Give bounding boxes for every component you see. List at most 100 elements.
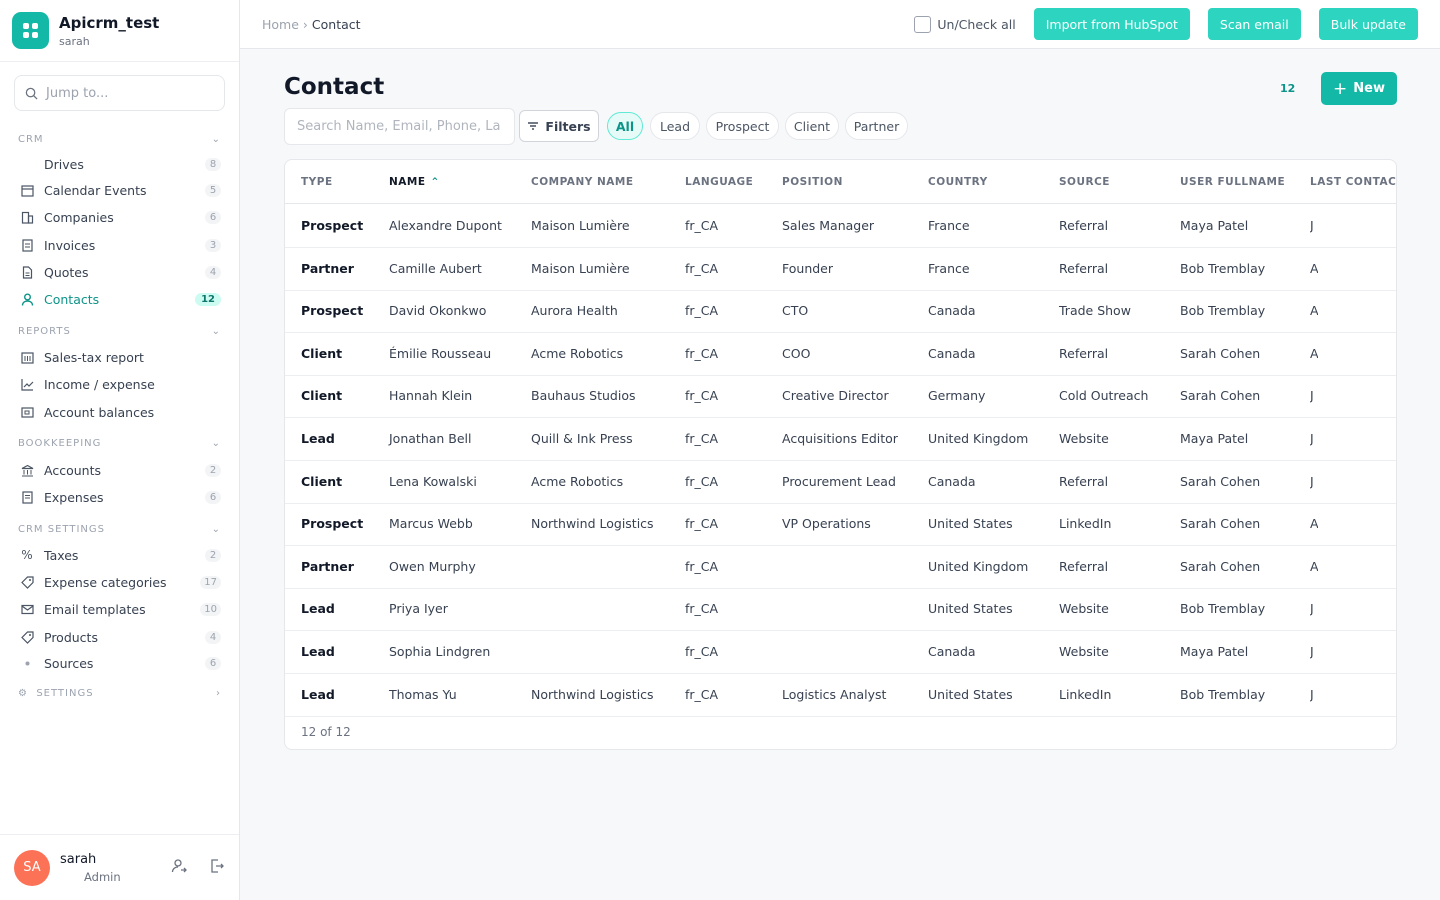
column-header-language[interactable]: LANGUAGE [685, 176, 753, 188]
cell-type: Lead [301, 644, 335, 659]
table-footer: 12 of 12 [301, 725, 351, 739]
column-header-user-fullname[interactable]: USER FULLNAME [1180, 176, 1285, 188]
column-header-position[interactable]: POSITION [782, 176, 843, 188]
section-settings[interactable]: ⚙ SETTINGS › [18, 688, 221, 699]
breadcrumb-home[interactable]: Home [262, 17, 299, 32]
table-row[interactable]: Client Hannah Klein Bauhaus Studios fr_CA Cr… [285, 375, 1396, 419]
filter-chip-client[interactable]: Client [785, 112, 839, 140]
sidebar-item-products[interactable]: Products 4 [20, 625, 221, 649]
sidebar-item-expenses[interactable]: Expenses 6 [20, 485, 221, 509]
column-header-name[interactable]: NAME ⌃ [389, 176, 440, 188]
bulk-update-button[interactable]: Bulk update [1318, 8, 1418, 40]
table-row[interactable]: Prospect Marcus Webb Northwind Logistics fr… [285, 503, 1396, 547]
new-contact-button[interactable]: + New [1321, 72, 1397, 105]
cell-last-contact: A [1310, 516, 1318, 532]
count-badge: 6 [205, 656, 221, 670]
table-row[interactable]: Client Émilie Rousseau Acme Robotics fr_CA C… [285, 333, 1396, 376]
filters-button[interactable]: Filters [519, 110, 599, 142]
jump-to-placeholder: Jump to... [46, 85, 109, 101]
mail-icon [20, 602, 34, 616]
sidebar-item-label: Drives [44, 156, 84, 172]
table-row[interactable]: Client Lena Kowalski Acme Robotics fr_CA Pro… [285, 461, 1396, 504]
jump-to-input[interactable]: Jump to... [14, 75, 225, 111]
filter-chip-all[interactable]: All [607, 112, 643, 140]
sidebar-item-companies[interactable]: Companies 6 [20, 205, 221, 229]
table-row[interactable]: Partner Owen Murphy fr_CA United Kingdom Ref… [285, 546, 1396, 589]
table-row[interactable]: Lead Thomas Yu Northwind Logistics fr_CA Log… [285, 674, 1396, 717]
cell-country: Canada [928, 345, 976, 361]
table-row[interactable]: Partner Camille Aubert Maison Lumière fr_CA… [285, 248, 1396, 291]
sidebar-item-quotes[interactable]: Quotes 4 [20, 260, 221, 284]
table-row[interactable]: Prospect Alexandre Dupont Maison Lumière fr… [285, 205, 1396, 248]
filter-chip-lead[interactable]: Lead [650, 112, 700, 140]
sidebar-item-label: Contacts [44, 291, 100, 307]
cell-company: Acme Robotics [531, 473, 624, 489]
table-row[interactable]: Lead Jonathan Bell Quill & Ink Press fr_CA A… [285, 418, 1396, 461]
section-crm[interactable]: CRM ⌄ [18, 134, 221, 145]
cell-source: Referral [1059, 473, 1109, 489]
cell-last-contact: J [1310, 431, 1314, 446]
sidebar-item-label: Invoices [44, 237, 96, 253]
sidebar-item-contacts[interactable]: Contacts 12 [20, 287, 221, 311]
cell-last-contact: J [1310, 473, 1314, 489]
column-header-type[interactable]: TYPE [301, 176, 333, 188]
scan-email-button[interactable]: Scan email [1207, 8, 1301, 40]
sidebar-item-invoices[interactable]: Invoices 3 [20, 233, 221, 257]
column-header-company[interactable]: COMPANY NAME [531, 176, 634, 188]
import-hubspot-button[interactable]: Import from HubSpot [1033, 8, 1190, 40]
cell-type: Lead [301, 601, 335, 617]
cell-name: Owen Murphy [389, 558, 476, 574]
page-title: Contact [284, 74, 385, 100]
section-crm-settings[interactable]: CRM SETTINGS ⌄ [18, 524, 221, 535]
sidebar-item-income-expense[interactable]: Income / expense [20, 372, 221, 396]
sidebar-item-accounts[interactable]: Accounts 2 [20, 458, 221, 482]
cell-language: fr_CA [685, 516, 719, 532]
count-badge: 6 [205, 490, 221, 504]
filter-chip-partner[interactable]: Partner [845, 112, 908, 140]
table-row[interactable]: Lead Sophia Lindgren fr_CA Canada Website May… [285, 631, 1396, 674]
sidebar-item-expense-categories[interactable]: Expense categories 17 [20, 570, 221, 594]
sidebar-item-calendar-events[interactable]: Calendar Events 5 [20, 178, 221, 202]
table-row[interactable]: Prospect David Okonkwo Aurora Health fr_CA C… [285, 290, 1396, 334]
document-icon [20, 265, 34, 279]
cell-type: Client [301, 388, 343, 404]
count-badge: 2 [205, 463, 221, 477]
section-bookkeeping[interactable]: BOOKKEEPING ⌄ [18, 438, 221, 449]
section-reports[interactable]: REPORTS ⌄ [18, 326, 221, 337]
sidebar-item-drives[interactable]: Drives 8 [20, 152, 221, 176]
cell-country: Canada [928, 303, 976, 319]
column-header-last-contact[interactable]: LAST CONTACT [1310, 176, 1396, 188]
sidebar-item-taxes[interactable]: % Taxes 2 [20, 543, 221, 567]
logout-icon[interactable] [209, 858, 225, 878]
cell-country: United Kingdom [928, 431, 1029, 446]
filter-icon [528, 122, 539, 130]
sidebar-item-email-templates[interactable]: Email templates 10 [20, 597, 221, 621]
chevron-down-icon: ⌄ [211, 326, 221, 337]
check-all-checkbox[interactable] [914, 15, 932, 33]
cell-type: Prospect [301, 218, 364, 233]
count-badge: 4 [205, 265, 221, 279]
sidebar-item-sales-tax-report[interactable]: Sales-tax report [20, 345, 221, 369]
column-header-source[interactable]: SOURCE [1059, 176, 1110, 188]
avatar[interactable]: SA [14, 849, 50, 886]
sidebar-item-sources[interactable]: Sources 6 [20, 651, 221, 675]
cell-position: Sales Manager [782, 218, 875, 233]
sidebar-item-account-balances[interactable]: Account balances [20, 400, 221, 424]
cell-type: Lead [301, 686, 335, 702]
contact-search-input[interactable]: Search Name, Email, Phone, La [284, 108, 515, 145]
sidebar-item-label: Taxes [44, 547, 79, 563]
cell-last-contact: A [1310, 303, 1318, 319]
table-row[interactable]: Lead Priya Iyer fr_CA United States Website B… [285, 588, 1396, 632]
switch-user-icon[interactable] [171, 858, 187, 878]
cell-country: France [928, 260, 970, 276]
building-icon [20, 210, 34, 224]
cell-source: Referral [1059, 345, 1109, 361]
column-header-country[interactable]: COUNTRY [928, 176, 988, 188]
check-all-toggle[interactable]: Un/Check all [914, 15, 1016, 33]
cell-name: Thomas Yu [389, 686, 457, 702]
brand[interactable]: Apicrm_test sarah [0, 0, 239, 62]
cell-user-fullname: Sarah Cohen [1180, 473, 1261, 489]
cell-company: Aurora Health [531, 303, 618, 319]
filter-chip-prospect[interactable]: Prospect [706, 112, 779, 140]
cell-country: United States [928, 601, 1013, 617]
